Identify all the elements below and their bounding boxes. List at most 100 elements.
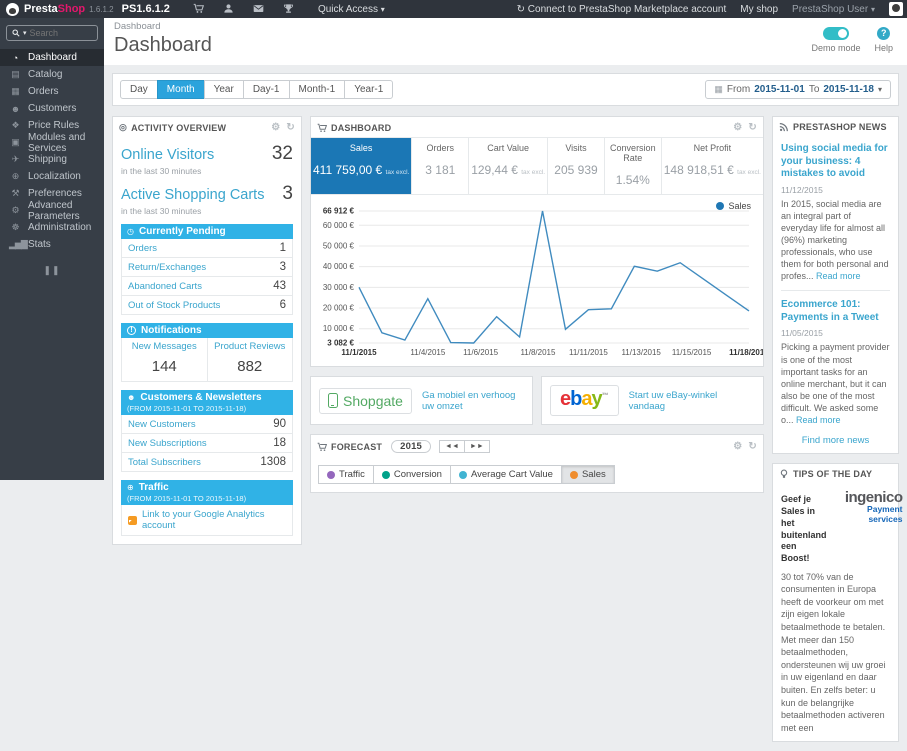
table-row: Return/Exchanges 3	[122, 258, 292, 277]
rss-icon	[779, 122, 789, 132]
panel-refresh-icon[interactable]: ↻	[286, 122, 295, 133]
read-more-link[interactable]: Read more	[816, 271, 861, 281]
news-article: Using social media for your business: 4 …	[781, 143, 890, 282]
forecast-legend-traffic[interactable]: Traffic	[318, 465, 374, 484]
read-more-link[interactable]: Read more	[796, 415, 841, 425]
panel-settings-icon[interactable]: ⚙	[733, 441, 742, 452]
news-article-date: 11/05/2015	[781, 328, 823, 339]
range-button-year-1[interactable]: Year-1	[344, 80, 394, 99]
sidebar-search[interactable]: ▾	[6, 25, 98, 41]
kpi-cart-value[interactable]: Cart Value 129,44 € tax excl.	[468, 138, 547, 194]
pending-returns-link[interactable]: Return/Exchanges	[128, 262, 206, 273]
kpi-sales[interactable]: Sales 411 759,00 € tax excl.	[311, 138, 412, 194]
mail-icon[interactable]	[244, 3, 274, 14]
chart-legend[interactable]: Sales	[716, 201, 751, 211]
panel-title: FORECAST	[331, 441, 383, 452]
range-button-day-1[interactable]: Day-1	[242, 80, 290, 99]
new-subscriptions-link[interactable]: New Subscriptions	[128, 438, 207, 449]
sidebar-item-localization[interactable]: ⊕ Localization	[0, 168, 104, 185]
cart-icon[interactable]	[184, 3, 214, 14]
news-article-title[interactable]: Ecommerce 101: Payments in a Tweet	[781, 299, 890, 324]
user-menu[interactable]: PrestaShop User ▾	[792, 4, 875, 15]
svg-text:30 000 €: 30 000 €	[323, 283, 355, 292]
active-carts-link[interactable]: Active Shopping Carts	[121, 187, 264, 203]
sidebar-item-catalog[interactable]: ▤ Catalog	[0, 66, 104, 83]
total-subscribers-link[interactable]: Total Subscribers	[128, 457, 201, 468]
lightbulb-icon	[779, 469, 789, 479]
ebay-link[interactable]: Start uw eBay-winkel vandaag	[629, 390, 755, 412]
find-more-news-link[interactable]: Find more news	[781, 435, 890, 446]
legend-dot-icon	[458, 470, 467, 479]
sidebar-item-advanced-parameters[interactable]: ⚙ Advanced Parameters	[0, 200, 104, 222]
kpi-net-profit[interactable]: Net Profit 148 918,51 € tax excl.	[660, 138, 763, 194]
new-messages-link[interactable]: New Messages	[124, 341, 205, 352]
kpi-visits[interactable]: Visits 205 939	[547, 138, 604, 194]
tags-icon: ❖	[11, 120, 19, 130]
news-article-title[interactable]: Using social media for your business: 4 …	[781, 143, 890, 181]
panel-refresh-icon[interactable]: ↻	[748, 441, 757, 452]
puzzle-icon: ▣	[11, 137, 20, 147]
demo-mode-control: Demo mode	[811, 27, 860, 53]
sidebar-item-modules[interactable]: ▣ Modules and Services	[0, 132, 104, 154]
kpi-orders[interactable]: Orders 3 181	[411, 138, 468, 194]
panel-refresh-icon[interactable]: ↻	[748, 122, 757, 133]
customers-section-header: ☻ Customers & Newsletters	[121, 390, 293, 405]
pending-abandoned-carts-link[interactable]: Abandoned Carts	[128, 281, 202, 292]
kpi-conversion-rate[interactable]: Conversion Rate 1.54%	[603, 138, 661, 194]
svg-text:11/4/2015: 11/4/2015	[410, 348, 446, 357]
sidebar-collapse-icon[interactable]: ❚❚	[0, 265, 104, 276]
pending-out-of-stock-link[interactable]: Out of Stock Products	[128, 300, 220, 311]
panel-settings-icon[interactable]: ⚙	[271, 122, 280, 133]
panel-settings-icon[interactable]: ⚙	[733, 122, 742, 133]
clock-icon: ◷	[127, 227, 134, 236]
table-row: Total Subscribers 1308	[128, 456, 286, 468]
demo-mode-toggle[interactable]	[822, 27, 849, 40]
sidebar-item-administration[interactable]: ☸ Administration	[0, 219, 104, 236]
search-input[interactable]	[29, 28, 88, 38]
cart-icon	[317, 123, 327, 133]
activity-overview-panel: ◎ ACTIVITY OVERVIEW ⚙ ↻ Online Visitors 32…	[112, 116, 302, 545]
marketplace-link[interactable]: ↻ Connect to PrestaShop Marketplace acco…	[517, 4, 727, 15]
sidebar-item-customers[interactable]: ☻ Customers	[0, 100, 104, 117]
forecast-legend-conversion[interactable]: Conversion	[372, 465, 451, 484]
trophy-icon[interactable]	[274, 3, 304, 14]
quick-access-menu[interactable]: Quick Access ▾	[318, 4, 385, 15]
chevron-down-icon: ▾	[877, 85, 882, 94]
new-customers-link[interactable]: New Customers	[128, 419, 196, 430]
product-reviews-link[interactable]: Product Reviews	[210, 341, 291, 352]
user-avatar[interactable]	[889, 2, 903, 16]
svg-text:40 000 €: 40 000 €	[323, 262, 355, 271]
svg-text:60 000 €: 60 000 €	[323, 221, 355, 230]
range-button-year[interactable]: Year	[203, 80, 244, 99]
google-analytics-link[interactable]: Link to your Google Analytics account	[142, 509, 286, 531]
active-carts-value: 3	[282, 183, 293, 204]
my-shop-link[interactable]: My shop	[740, 4, 778, 15]
range-button-day[interactable]: Day	[120, 80, 158, 99]
main-content: Dashboard Dashboard Demo mode ? Help Day…	[104, 18, 907, 743]
shopgate-link[interactable]: Ga mobiel en verhoog uw omzet	[422, 390, 524, 412]
forecast-prev-button[interactable]: ◄◄	[439, 440, 465, 453]
exclamation-icon: !	[127, 326, 136, 335]
user-icon[interactable]	[214, 3, 244, 14]
forecast-legend-sales[interactable]: Sales	[560, 465, 615, 484]
sidebar-item-shipping[interactable]: ✈ Shipping	[0, 151, 104, 168]
forecast-next-button[interactable]: ►►	[463, 440, 490, 453]
help-icon[interactable]: ?	[877, 27, 891, 40]
users-icon: ☻	[10, 103, 20, 114]
online-visitors-link[interactable]: Online Visitors	[121, 147, 214, 163]
sidebar-item-stats[interactable]: ▂▅▇ Stats	[0, 236, 104, 253]
date-range-picker[interactable]: ▦ From 2015-11-01 To 2015-11-18 ▾	[705, 80, 891, 99]
range-button-month-1[interactable]: Month-1	[288, 80, 346, 99]
svg-text:11/1/2015: 11/1/2015	[341, 348, 377, 357]
pending-orders-link[interactable]: Orders	[128, 243, 157, 254]
forecast-legend-average-cart-value[interactable]: Average Cart Value	[449, 465, 562, 484]
online-visitors-value: 32	[271, 143, 293, 164]
range-button-month[interactable]: Month	[156, 80, 205, 99]
sidebar-item-orders[interactable]: ▦ Orders	[0, 83, 104, 100]
svg-text:50 000 €: 50 000 €	[323, 241, 355, 250]
table-row: New Subscriptions 18	[122, 434, 292, 453]
forecast-year[interactable]: 2015	[391, 440, 432, 453]
sidebar-item-dashboard[interactable]: ◔ Dashboard	[0, 49, 104, 66]
prestashop-news-panel: PRESTASHOP NEWS Using social media for y…	[772, 116, 899, 455]
help-control: ? Help	[874, 27, 893, 53]
